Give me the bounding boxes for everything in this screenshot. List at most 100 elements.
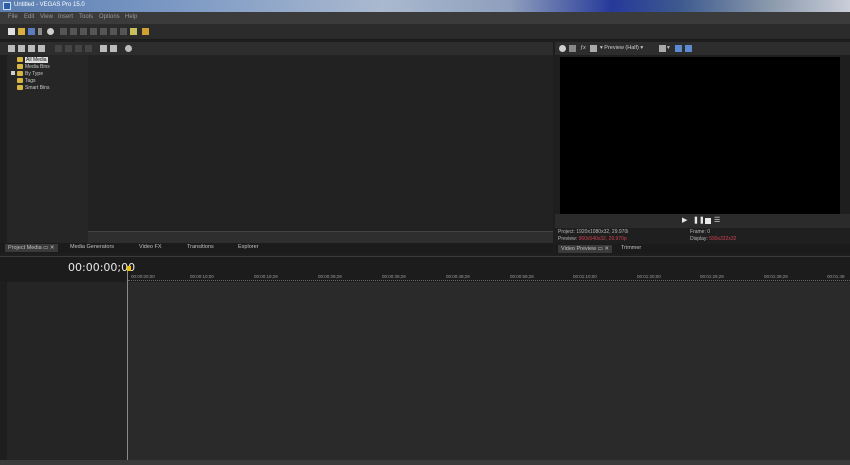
tab-project-media[interactable]: Project Media ▭ ✕ bbox=[5, 244, 58, 252]
tab-transitions[interactable]: Transitions bbox=[187, 244, 214, 250]
tab-media-generators[interactable]: Media Generators bbox=[70, 244, 114, 250]
menu-bar: File Edit View Insert Tools Options Help bbox=[0, 12, 850, 24]
ruler-tick: 00:00:00;00 bbox=[131, 274, 155, 279]
menu-file[interactable]: File bbox=[8, 14, 18, 20]
settings-gear-icon[interactable] bbox=[47, 28, 54, 35]
ruler-tick: 00:00:39;29 bbox=[382, 274, 406, 279]
copy-snapshot-icon[interactable] bbox=[675, 45, 682, 52]
title-bar: Untitled - VEGAS Pro 15.0 bbox=[0, 0, 850, 12]
menu-view[interactable]: View bbox=[40, 14, 53, 20]
dock-tab-bar: Project Media ▭ ✕ Media Generators Video… bbox=[0, 243, 553, 253]
tree-item-tags[interactable]: Tags bbox=[17, 78, 36, 84]
video-preview-toolbar: ƒx ▾ Preview (Half) ▾ ▾ bbox=[555, 42, 850, 55]
horizontal-scrollbar[interactable] bbox=[88, 231, 553, 243]
tab-trimmer[interactable]: Trimmer bbox=[621, 245, 641, 251]
cursor-marker-icon[interactable] bbox=[127, 266, 131, 271]
undo-icon[interactable] bbox=[100, 28, 107, 35]
auto-preview-icon[interactable] bbox=[100, 45, 107, 52]
preview-info-panel: Project: 1920x1080x32, 29.970i Preview: … bbox=[555, 228, 850, 244]
split-screen-icon[interactable] bbox=[569, 45, 576, 52]
stop-icon[interactable] bbox=[705, 218, 711, 224]
timeline-scrollbar[interactable] bbox=[0, 460, 850, 465]
ruler-tick: 00:01:29;29 bbox=[700, 274, 724, 279]
capture-video-icon[interactable] bbox=[18, 45, 25, 52]
menu-options[interactable]: Options bbox=[99, 14, 120, 20]
tree-item-smart-bins[interactable]: Smart Bins bbox=[17, 85, 49, 91]
timecode-display: 00:00:00;00 bbox=[68, 261, 136, 274]
ruler-tick: 00:00:49;29 bbox=[446, 274, 470, 279]
folder-icon bbox=[17, 57, 23, 63]
tree-item-media-bins[interactable]: Media Bins bbox=[17, 64, 50, 70]
tree-item-all-media[interactable]: All Media bbox=[17, 57, 48, 63]
pause-icon[interactable]: ❚❚ bbox=[693, 217, 705, 224]
preview-settings-gear-icon[interactable] bbox=[559, 45, 566, 52]
tab-video-preview[interactable]: Video Preview ▭ ✕ bbox=[558, 245, 612, 253]
ruler-tick: 00:00:59;28 bbox=[510, 274, 534, 279]
menu-icon[interactable]: ☰ bbox=[714, 217, 720, 224]
project-label: Project: bbox=[558, 229, 575, 235]
ruler-tick: 00:00:19;29 bbox=[254, 274, 278, 279]
tree-item-by-type[interactable]: By Type bbox=[17, 71, 43, 77]
chevron-down-icon[interactable]: ▾ bbox=[667, 45, 670, 51]
video-fx-icon[interactable]: ƒx bbox=[580, 45, 586, 51]
new-project-icon[interactable] bbox=[8, 28, 15, 35]
preview-transport: ▶ ❚❚ ☰ bbox=[555, 214, 850, 228]
timeline-track-area[interactable] bbox=[128, 282, 850, 460]
display-value: 590x332x32 bbox=[709, 236, 737, 242]
track-header-area[interactable] bbox=[7, 282, 127, 460]
save-icon[interactable] bbox=[28, 28, 35, 35]
get-media-icon[interactable] bbox=[28, 45, 35, 52]
remove-media-icon[interactable] bbox=[55, 45, 62, 52]
media-file-pane[interactable] bbox=[88, 55, 553, 231]
menu-help[interactable]: Help bbox=[125, 14, 137, 20]
preview-value: 960x540x32, 29.970p bbox=[578, 236, 627, 242]
delete-icon[interactable] bbox=[90, 28, 97, 35]
frame-label: Frame: bbox=[690, 229, 706, 235]
undock-icon[interactable]: ▭ bbox=[598, 246, 603, 252]
ruler-tick: 00:01:39;29 bbox=[764, 274, 788, 279]
frame-value: 0 bbox=[707, 229, 711, 235]
paste-icon[interactable] bbox=[80, 28, 87, 35]
window-title: Untitled - VEGAS Pro 15.0 bbox=[14, 2, 85, 8]
ruler-tick: 00:00:29;29 bbox=[318, 274, 342, 279]
copy-icon[interactable] bbox=[70, 28, 77, 35]
save-snapshot-icon[interactable] bbox=[685, 45, 692, 52]
menu-insert[interactable]: Insert bbox=[58, 14, 73, 20]
main-toolbar bbox=[0, 24, 850, 40]
redo-icon[interactable] bbox=[110, 28, 117, 35]
undock-icon[interactable]: ▭ bbox=[43, 245, 48, 251]
overlays-icon[interactable] bbox=[590, 45, 597, 52]
history-icon[interactable] bbox=[120, 28, 127, 35]
display-label: Display: bbox=[690, 236, 708, 242]
close-icon[interactable]: ✕ bbox=[604, 246, 609, 252]
close-icon[interactable]: ✕ bbox=[50, 245, 55, 251]
timeline-cursor[interactable] bbox=[127, 268, 128, 463]
tab-video-fx[interactable]: Video FX bbox=[139, 244, 162, 250]
edit-tool-icon[interactable] bbox=[142, 28, 149, 35]
properties-icon[interactable] bbox=[65, 45, 72, 52]
menu-tools[interactable]: Tools bbox=[79, 14, 93, 20]
preview-quality-dropdown[interactable]: ▾ Preview (Half) ▾ bbox=[600, 45, 643, 51]
timeline-ruler[interactable] bbox=[128, 269, 850, 281]
stop-media-icon[interactable] bbox=[85, 45, 92, 52]
play-icon[interactable]: ▶ bbox=[682, 217, 688, 224]
media-tree-pane: All Media Media Bins By Type Tags Smart … bbox=[7, 55, 88, 243]
play-media-icon[interactable] bbox=[75, 45, 82, 52]
vegas-app-icon bbox=[3, 2, 11, 10]
search-icon[interactable] bbox=[125, 45, 132, 52]
snapping-icon[interactable] bbox=[130, 28, 137, 35]
video-preview-screen bbox=[560, 57, 840, 214]
folder-icon bbox=[17, 71, 23, 77]
folder-icon bbox=[17, 78, 23, 84]
render-icon[interactable] bbox=[38, 28, 42, 35]
media-fx-icon[interactable] bbox=[38, 45, 45, 52]
tab-explorer[interactable]: Explorer bbox=[238, 244, 258, 250]
open-project-icon[interactable] bbox=[18, 28, 25, 35]
menu-edit[interactable]: Edit bbox=[24, 14, 34, 20]
expand-icon[interactable] bbox=[11, 71, 15, 75]
import-media-icon[interactable] bbox=[8, 45, 15, 52]
cut-icon[interactable] bbox=[60, 28, 67, 35]
overlay-grid-icon[interactable] bbox=[659, 45, 666, 52]
views-icon[interactable] bbox=[110, 45, 117, 52]
folder-icon bbox=[17, 64, 23, 70]
